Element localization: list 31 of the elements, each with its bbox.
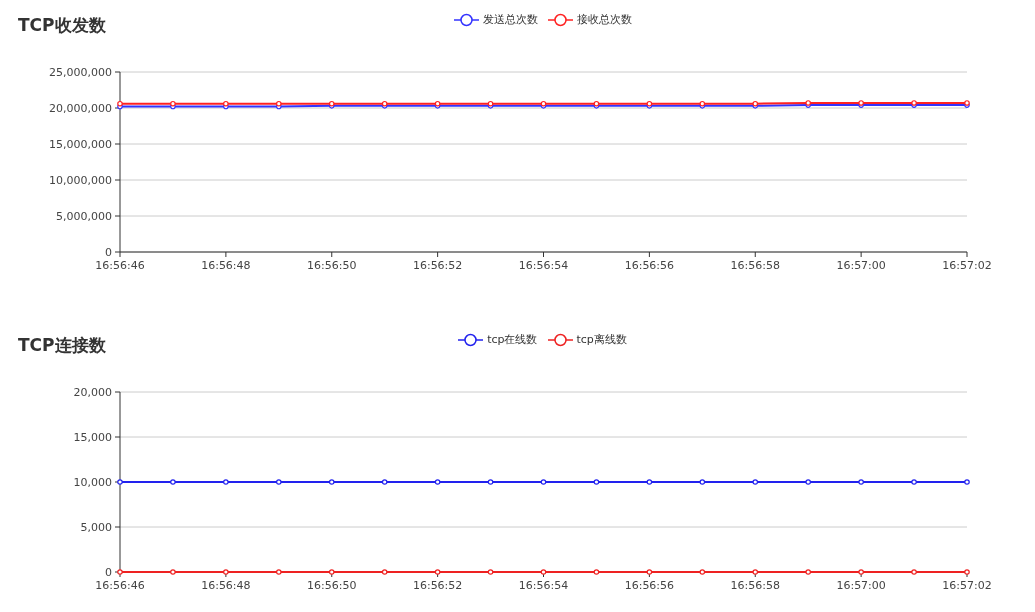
chart-title: TCP收发数 xyxy=(18,13,106,37)
axis-label: 16:56:56 xyxy=(624,579,675,592)
axis-label: 10,000,000 xyxy=(49,174,112,187)
chart-title: TCP连接数 xyxy=(18,333,106,357)
axis-label: 16:57:02 xyxy=(942,579,992,592)
axis-label: 16:57:02 xyxy=(942,259,992,272)
axis-label: 16:56:58 xyxy=(730,579,780,592)
axis-label: 15,000 xyxy=(73,431,112,444)
axis-label: 16:56:52 xyxy=(412,259,463,272)
axis-label: 20,000 xyxy=(73,386,112,399)
axis-label: 16:56:46 xyxy=(95,579,145,592)
axis-label: 25,000,000 xyxy=(49,66,112,79)
axis-label: 16:56:48 xyxy=(201,259,251,272)
axis-label: 16:56:54 xyxy=(518,259,569,272)
axis-label: 15,000,000 xyxy=(49,138,112,151)
axis-label: 16:56:50 xyxy=(307,579,357,592)
axis-label: 16:57:00 xyxy=(836,579,886,592)
axis-label: 16:56:52 xyxy=(412,579,463,592)
axis-label: 16:56:48 xyxy=(201,579,251,592)
axis-label: 5,000,000 xyxy=(56,210,112,223)
axis-label: 16:56:56 xyxy=(624,259,675,272)
axis-label: 16:56:58 xyxy=(730,259,780,272)
axis-label: 10,000 xyxy=(73,476,112,489)
axis-label: 0 xyxy=(105,566,112,579)
axis-label: 20,000,000 xyxy=(49,102,112,115)
axis-label: 16:57:00 xyxy=(836,259,886,272)
axis-label: 16:56:54 xyxy=(518,579,569,592)
axis-label: 0 xyxy=(105,246,112,259)
axis-label: 16:56:50 xyxy=(307,259,357,272)
axis-label: 5,000 xyxy=(80,521,112,534)
axis-label: 16:56:46 xyxy=(95,259,145,272)
